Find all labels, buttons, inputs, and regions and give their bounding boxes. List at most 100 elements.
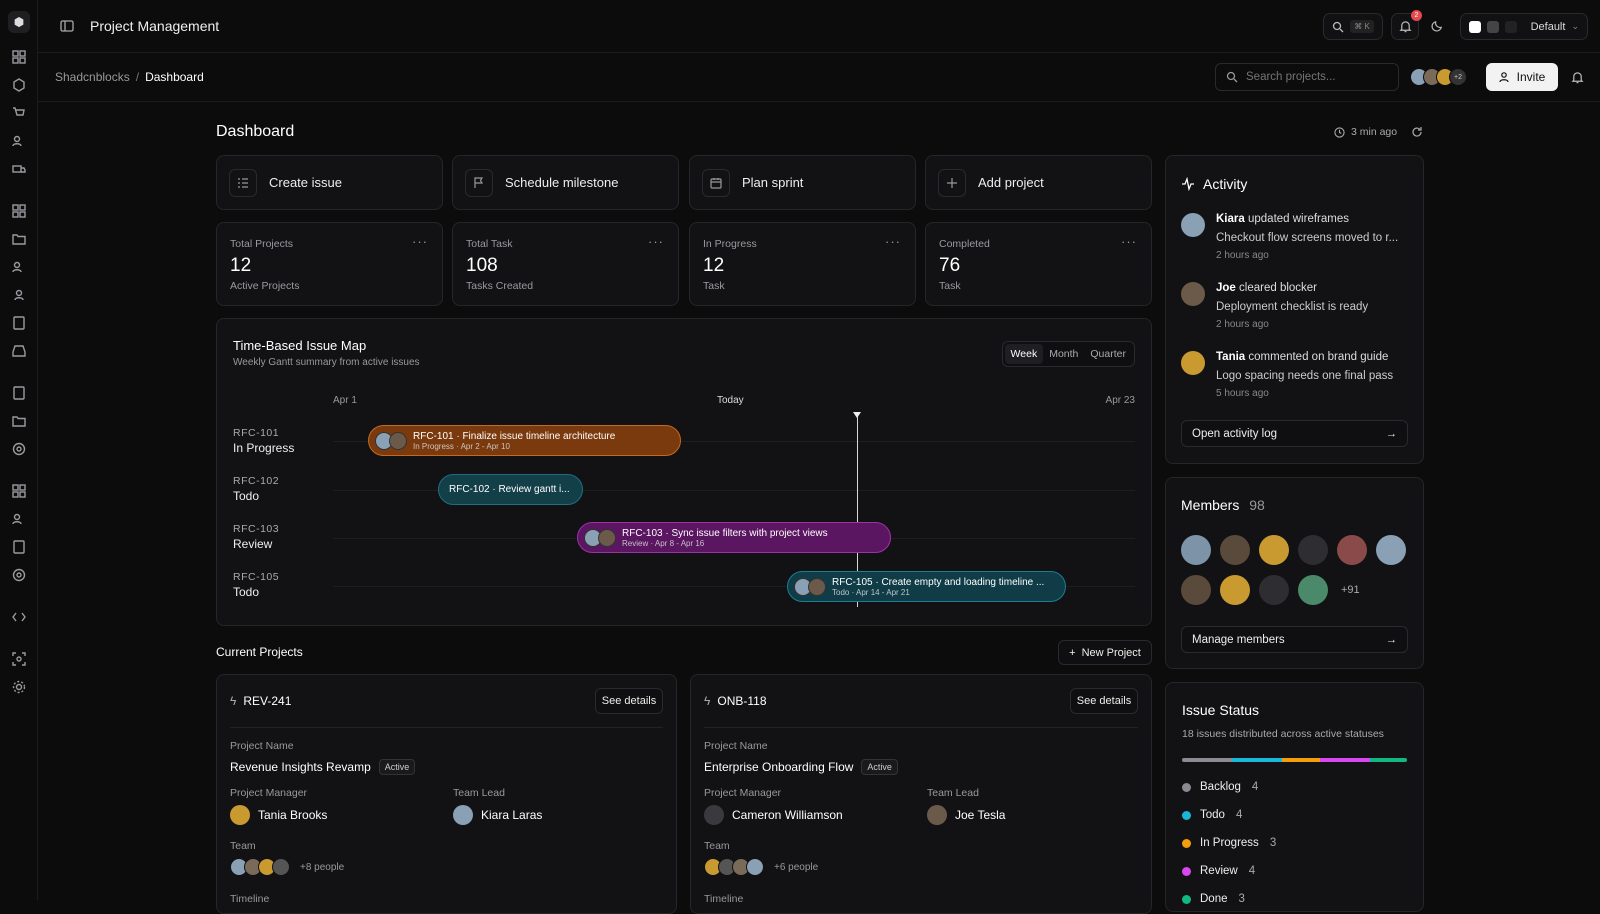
cog-icon[interactable] <box>11 679 27 695</box>
icon-rail: ⬢ <box>0 0 38 900</box>
activity-action: commented on brand guide <box>1248 351 1389 363</box>
users-icon[interactable] <box>11 133 27 149</box>
gantt-bar-rfc-103[interactable]: RFC-103 · Sync issue filters with projec… <box>577 522 891 553</box>
notifications-button[interactable]: 2 <box>1391 10 1422 40</box>
grid-icon[interactable] <box>11 203 27 219</box>
quick-action-schedule-milestone[interactable]: Schedule milestone <box>452 155 679 210</box>
last-updated: 3 min ago <box>1334 126 1423 138</box>
cube-icon[interactable] <box>11 77 27 93</box>
member-avatar[interactable] <box>1181 575 1211 605</box>
status-label: In Progress <box>1200 837 1259 849</box>
divider <box>704 727 1138 728</box>
bell-icon[interactable] <box>1571 71 1584 87</box>
member-avatar[interactable] <box>1220 535 1250 565</box>
activity-user: Kiara <box>1216 213 1245 225</box>
members-header: Members 98 <box>1181 497 1265 513</box>
status-count: 4 <box>1248 865 1256 877</box>
member-avatar[interactable] <box>1376 535 1406 565</box>
invite-button[interactable]: Invite <box>1486 63 1558 91</box>
field-label: Project Name <box>230 740 294 752</box>
user-icon[interactable] <box>11 287 27 303</box>
folder-icon[interactable] <box>11 231 27 247</box>
more-icon[interactable]: ··· <box>1121 234 1137 249</box>
swatch-light <box>1469 20 1481 33</box>
pm-name: Tania Brooks <box>258 808 328 822</box>
status-segment <box>1182 758 1232 762</box>
cart-icon[interactable] <box>11 105 27 121</box>
breadcrumb-root[interactable]: Shadcnblocks <box>55 70 130 84</box>
gear-icon[interactable] <box>11 567 27 583</box>
quick-action-create-issue[interactable]: Create issue <box>216 155 443 210</box>
project-card-onb-118: ϟ ONB-118 See details Project Name Enterp… <box>690 674 1152 914</box>
team-icon[interactable] <box>11 259 27 275</box>
notes-icon[interactable] <box>11 385 27 401</box>
dashboard-icon[interactable] <box>11 49 27 65</box>
member-avatar[interactable] <box>1298 535 1328 565</box>
member-avatar[interactable] <box>1298 575 1328 605</box>
tab-month[interactable]: Month <box>1043 344 1084 364</box>
group-icon[interactable] <box>11 511 27 527</box>
avatar <box>704 805 724 825</box>
manage-members-button[interactable]: Manage members → <box>1181 626 1408 653</box>
search-icon <box>1333 21 1344 32</box>
truck-icon[interactable] <box>11 161 27 177</box>
activity-icon <box>1182 177 1194 191</box>
lead-name: Joe Tesla <box>955 808 1006 822</box>
stat-card-total-projects: Total Projects ··· 12 Active Projects <box>216 222 443 306</box>
tab-week[interactable]: Week <box>1004 344 1044 364</box>
open-activity-log-button[interactable]: Open activity log → <box>1181 420 1408 447</box>
apps-icon[interactable] <box>11 483 27 499</box>
member-row: +91 <box>1181 575 1360 605</box>
more-icon[interactable]: ··· <box>412 234 428 249</box>
status-segment <box>1282 758 1320 762</box>
sidebar-toggle-icon[interactable] <box>60 19 74 36</box>
member-avatar[interactable] <box>1259 535 1289 565</box>
issue-status-title: Issue Status <box>1182 702 1260 718</box>
member-avatar[interactable] <box>1181 535 1211 565</box>
search-input[interactable] <box>1246 71 1386 83</box>
refresh-icon[interactable] <box>1411 126 1423 138</box>
issue-id: RFC-102 <box>233 475 280 487</box>
swatch-dark <box>1504 20 1517 33</box>
gantt-bar-rfc-102[interactable]: RFC-102 · Review gantt i... <box>438 474 583 505</box>
code-icon[interactable] <box>11 609 27 625</box>
project-manager: Tania Brooks <box>230 805 327 825</box>
gantt-bar-rfc-105[interactable]: RFC-105 · Create empty and loading timel… <box>787 571 1066 602</box>
app-logo-icon[interactable]: ⬢ <box>8 11 30 33</box>
open-log-label: Open activity log <box>1192 427 1278 440</box>
gantt-card: Time-Based Issue Map Weekly Gantt summar… <box>216 318 1152 626</box>
flag-icon <box>465 168 493 197</box>
activity-time: 2 hours ago <box>1216 319 1269 330</box>
moon-icon[interactable] <box>1431 19 1444 35</box>
search-field[interactable] <box>1215 63 1399 91</box>
scan-icon[interactable] <box>11 651 27 667</box>
team-lead: Joe Tesla <box>927 805 1005 825</box>
search-icon <box>1226 71 1238 83</box>
status-segment <box>1369 758 1407 762</box>
new-project-button[interactable]: + New Project <box>1058 640 1152 665</box>
see-details-button[interactable]: See details <box>595 688 663 714</box>
gantt-bar-rfc-101[interactable]: RFC-101 · Finalize issue timeline archit… <box>368 425 681 456</box>
axis-end: Apr 23 <box>1105 395 1135 406</box>
inbox-icon[interactable] <box>11 343 27 359</box>
see-details-button[interactable]: See details <box>1070 688 1138 714</box>
theme-select[interactable]: Default ⌄ <box>1460 13 1588 40</box>
quick-action-add-project[interactable]: Add project <box>925 155 1152 210</box>
gantt-subtitle: Weekly Gantt summary from active issues <box>233 357 420 368</box>
more-icon[interactable]: ··· <box>648 234 664 249</box>
quick-action-plan-sprint[interactable]: Plan sprint <box>689 155 916 210</box>
book-icon[interactable] <box>11 539 27 555</box>
member-avatar[interactable] <box>1220 575 1250 605</box>
status-badge: Active <box>861 759 898 775</box>
tab-quarter[interactable]: Quarter <box>1084 344 1132 364</box>
search-button[interactable]: ⌘ K <box>1323 13 1383 40</box>
member-avatar[interactable] <box>1337 535 1367 565</box>
archive-icon[interactable] <box>11 413 27 429</box>
avatar <box>453 805 473 825</box>
settings-icon[interactable] <box>11 441 27 457</box>
section-title: Current Projects <box>216 645 303 659</box>
notebook-icon[interactable] <box>11 315 27 331</box>
member-avatar[interactable] <box>1259 575 1289 605</box>
more-icon[interactable]: ··· <box>885 234 901 249</box>
avatar <box>808 577 826 596</box>
